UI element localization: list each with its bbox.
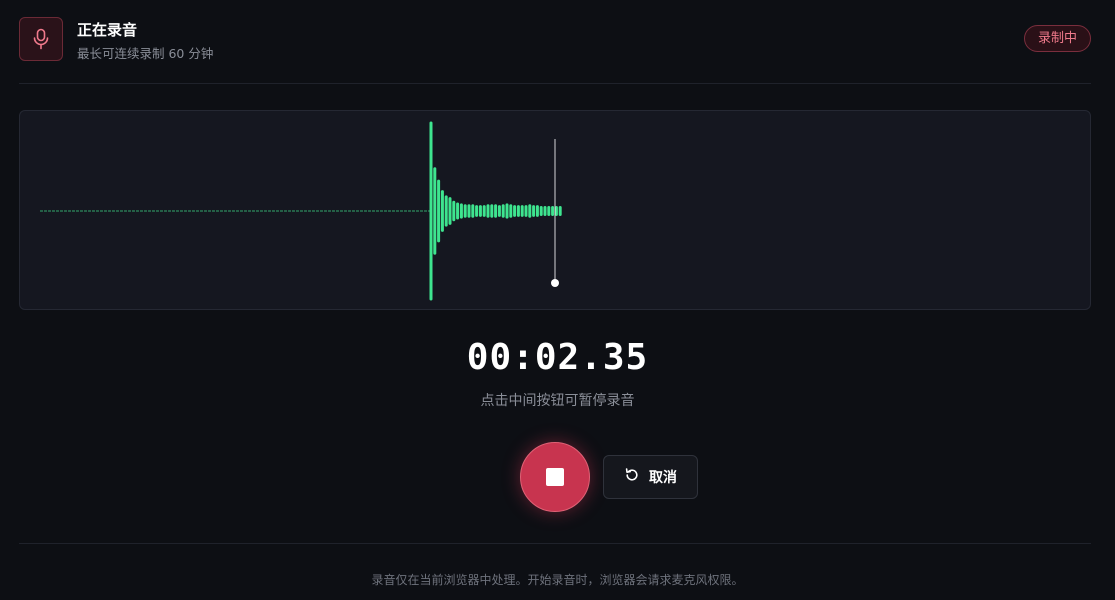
status-badge: 录制中 [1023, 25, 1091, 52]
playhead-handle [551, 279, 559, 287]
stop-button[interactable] [520, 442, 590, 512]
stop-icon [546, 468, 564, 486]
undo-icon [624, 467, 640, 487]
recording-timer: 00:02.35 [466, 337, 649, 378]
privacy-note: 录音仅在当前浏览器中处理。开始录音时，浏览器会请求麦克风权限。 [371, 573, 744, 587]
recording-header: 正在录音 最长可连续录制 60 分钟 录制中 [19, 17, 1091, 61]
page-subtitle: 最长可连续录制 60 分钟 [77, 46, 214, 61]
hint-text: 点击中间按钮可暂停录音 [480, 393, 635, 409]
cancel-button[interactable]: 取消 [603, 455, 698, 499]
cancel-label: 取消 [649, 470, 677, 486]
footer-divider [19, 543, 1091, 544]
waveform-panel [19, 110, 1091, 310]
header-divider [19, 83, 1091, 84]
waveform [40, 121, 562, 301]
page-title: 正在录音 [77, 21, 138, 39]
microphone-icon [19, 17, 63, 61]
